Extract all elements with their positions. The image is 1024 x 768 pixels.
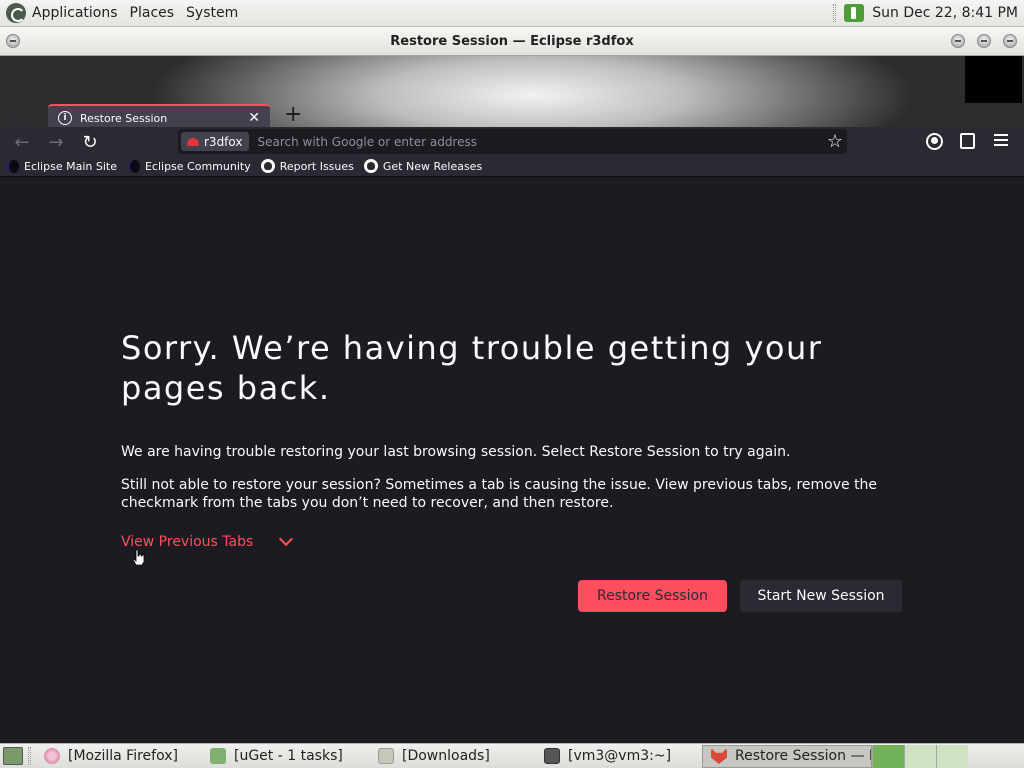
update-notifier-icon[interactable] <box>844 4 865 22</box>
firefox-view-icon[interactable] <box>9 108 29 124</box>
tab-label: Restore Session <box>80 111 168 125</box>
places-menu[interactable]: Places <box>124 0 181 27</box>
task-label: [vm3@vm3:~] <box>568 748 672 764</box>
view-previous-tabs-toggle[interactable]: View Previous Tabs <box>121 531 294 550</box>
taskbar-grip-handle[interactable] <box>28 747 31 765</box>
reload-icon[interactable]: ↻ <box>80 132 100 153</box>
list-all-tabs-icon[interactable]: ⌄ ⁝ <box>992 106 1010 120</box>
identity-label: r3dfox <box>204 134 243 149</box>
forward-icon[interactable]: → <box>46 132 66 153</box>
chevron-down-icon <box>279 531 294 547</box>
address-input[interactable] <box>257 134 798 149</box>
extensions-icon[interactable] <box>960 133 975 149</box>
navigation-toolbar: ← → ↻ r3dfox ☆ <box>0 127 1024 156</box>
task-terminal[interactable]: [vm3@vm3:~] <box>536 745 702 768</box>
eclipse-icon <box>126 159 140 173</box>
window-menu-button[interactable] <box>6 34 20 48</box>
system-menu[interactable]: System <box>180 0 244 27</box>
bookmark-report-issues[interactable]: Report Issues <box>260 159 354 173</box>
eclipse-icon <box>6 159 19 173</box>
task-label: [Downloads] <box>402 748 490 764</box>
folder-icon <box>378 748 394 764</box>
new-tab-button[interactable]: + <box>284 102 302 128</box>
identity-box[interactable]: r3dfox <box>181 132 250 151</box>
back-icon[interactable]: ← <box>12 132 32 153</box>
error-description: We are having trouble restoring your las… <box>121 444 791 460</box>
bookmark-eclipse-main-site[interactable]: Eclipse Main Site <box>6 159 117 173</box>
bookmark-get-new-releases[interactable]: Get New Releases <box>363 159 483 173</box>
bookmark-label: Eclipse Community <box>144 159 251 173</box>
window-title: Restore Session — Eclipse r3dfox <box>390 33 634 49</box>
github-icon <box>260 159 275 173</box>
r3dfox-brand-icon <box>187 137 199 146</box>
task-label: Restore Session — E… <box>735 748 871 764</box>
workspace-3[interactable] <box>936 744 968 768</box>
uget-icon <box>210 748 226 764</box>
show-desktop-icon[interactable] <box>3 747 23 765</box>
task-label: [Mozilla Firefox] <box>68 748 178 764</box>
account-icon[interactable] <box>926 133 943 150</box>
error-hint: Still not able to restore your session? … <box>121 477 878 511</box>
terminal-icon <box>544 748 560 764</box>
start-new-session-button[interactable]: Start New Session <box>740 580 902 612</box>
panel-status-area: Sun Dec 22, 8:41 PM <box>833 4 1024 22</box>
info-icon: i <box>58 111 72 125</box>
bookmark-star-icon[interactable]: ☆ <box>827 131 843 152</box>
panel-clock[interactable]: Sun Dec 22, 8:41 PM <box>872 5 1018 21</box>
task-restore-session[interactable]: Restore Session — E… <box>702 744 872 768</box>
applications-menu[interactable]: Applications <box>0 0 124 27</box>
restore-session-button[interactable]: Restore Session <box>578 580 727 612</box>
task-mozilla-firefox[interactable]: [Mozilla Firefox] <box>36 745 202 768</box>
tab-strip: i Restore Session ✕ + ⌄ ⁝ <box>0 102 1024 130</box>
tab-close-icon[interactable]: ✕ <box>248 110 260 126</box>
task-downloads[interactable]: [Downloads] <box>370 745 536 768</box>
bottom-taskbar: [Mozilla Firefox] [uGet - 1 tasks] [Down… <box>0 743 1024 768</box>
task-uget[interactable]: [uGet - 1 tasks] <box>202 745 370 768</box>
panel-grip-handle[interactable] <box>833 4 837 22</box>
firefox-icon <box>44 748 60 764</box>
top-panel: Applications Places System Sun Dec 22, 8… <box>0 0 1024 27</box>
maximize-button[interactable] <box>977 34 991 48</box>
applications-menu-label: Applications <box>32 5 118 21</box>
view-previous-tabs-label: View Previous Tabs <box>121 534 254 550</box>
workspace-1[interactable] <box>872 744 904 768</box>
workspace-2[interactable] <box>904 744 936 768</box>
minimize-button[interactable] <box>951 34 965 48</box>
github-icon <box>363 159 378 173</box>
bookmark-label: Get New Releases <box>382 159 483 173</box>
bookmark-label: Eclipse Main Site <box>24 159 117 173</box>
r3dfox-icon <box>711 748 727 764</box>
page-content: Sorry. We’re having trouble getting your… <box>0 178 1024 743</box>
bookmarks-toolbar: Eclipse Main Site Eclipse Community Repo… <box>0 156 1024 177</box>
close-window-button[interactable] <box>1003 34 1017 48</box>
page-title: Sorry. We’re having trouble getting your… <box>121 329 823 407</box>
hamburger-menu-icon[interactable] <box>994 134 1008 146</box>
url-bar[interactable]: r3dfox ☆ <box>178 129 847 154</box>
distro-logo-icon <box>6 3 26 23</box>
window-title-bar[interactable]: Restore Session — Eclipse r3dfox <box>0 27 1024 56</box>
task-label: [uGet - 1 tasks] <box>234 748 343 764</box>
bookmark-label: Report Issues <box>279 159 354 173</box>
theme-header-block <box>965 56 1022 103</box>
hand-pointer-cursor-icon <box>133 549 145 565</box>
bookmark-eclipse-community[interactable]: Eclipse Community <box>126 159 251 173</box>
